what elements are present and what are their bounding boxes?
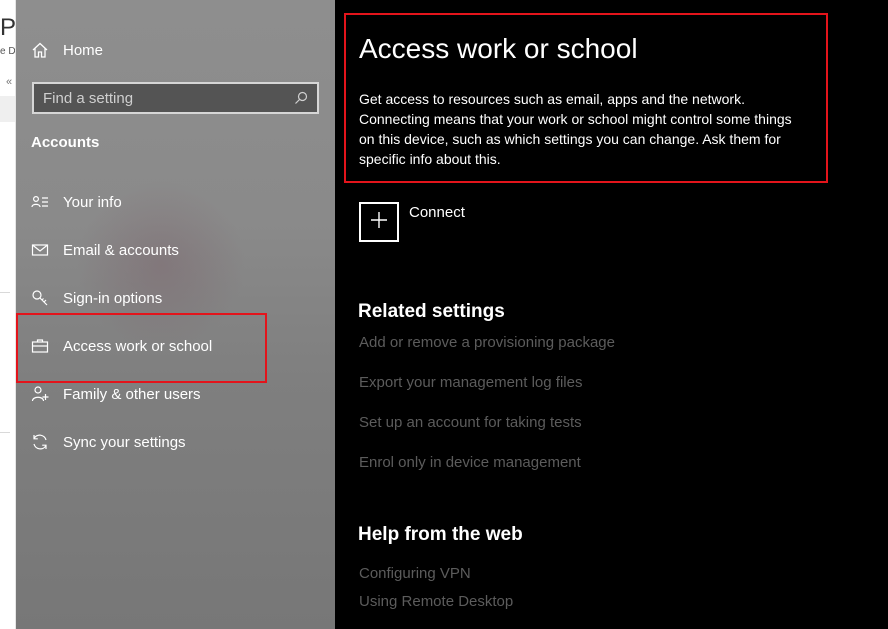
sidebar-item-label: Sync your settings bbox=[63, 433, 186, 451]
link-set-up-test-account[interactable]: Set up an account for taking tests bbox=[359, 414, 582, 431]
plus-icon bbox=[370, 211, 388, 234]
connect-label[interactable]: Connect bbox=[409, 204, 465, 221]
search-input[interactable] bbox=[43, 89, 291, 107]
sidebar-item-sign-in-options[interactable]: Sign-in options bbox=[16, 278, 335, 318]
sidebar-item-your-info[interactable]: Your info bbox=[16, 182, 335, 222]
sidebar-item-email-accounts[interactable]: Email & accounts bbox=[16, 230, 335, 270]
sidebar-item-label: Email & accounts bbox=[63, 241, 179, 259]
link-provisioning-package[interactable]: Add or remove a provisioning package bbox=[359, 334, 615, 351]
person-add-icon bbox=[30, 384, 50, 404]
background-selected-row bbox=[0, 96, 15, 122]
home-icon bbox=[30, 40, 50, 60]
sync-icon bbox=[30, 432, 50, 452]
briefcase-icon bbox=[30, 336, 50, 356]
settings-screen: P e D « Home Accounts Your info bbox=[0, 0, 888, 629]
section-title: Accounts bbox=[31, 134, 100, 151]
chevron-left-icon[interactable]: « bbox=[6, 76, 12, 88]
divider bbox=[0, 432, 10, 433]
mail-icon bbox=[30, 240, 50, 260]
search-icon[interactable] bbox=[291, 88, 311, 108]
sidebar-item-home[interactable]: Home bbox=[16, 30, 335, 70]
link-configuring-vpn[interactable]: Configuring VPN bbox=[359, 565, 471, 582]
sidebar-item-access-work-or-school[interactable]: Access work or school bbox=[16, 326, 335, 366]
link-enrol-device-management[interactable]: Enrol only in device management bbox=[359, 454, 581, 471]
main-content: Access work or school Get access to reso… bbox=[335, 0, 888, 629]
link-remote-desktop[interactable]: Using Remote Desktop bbox=[359, 593, 513, 610]
search-box[interactable] bbox=[32, 82, 319, 114]
page-description: Get access to resources such as email, a… bbox=[359, 91, 792, 167]
divider bbox=[0, 292, 10, 293]
page-title: Access work or school bbox=[359, 33, 638, 64]
background-window-subtitle: e D bbox=[0, 46, 16, 57]
related-settings-title: Related settings bbox=[358, 301, 505, 322]
key-icon bbox=[30, 288, 50, 308]
help-from-web-title: Help from the web bbox=[358, 524, 523, 545]
sidebar-item-family-other-users[interactable]: Family & other users bbox=[16, 374, 335, 414]
sidebar-item-label: Family & other users bbox=[63, 385, 201, 403]
sidebar-item-label: Home bbox=[63, 41, 104, 59]
sidebar-item-label: Access work or school bbox=[63, 337, 213, 355]
background-window: P e D « bbox=[0, 0, 16, 629]
sidebar-item-label: Your info bbox=[63, 193, 122, 211]
link-export-management-logs[interactable]: Export your management log files bbox=[359, 374, 582, 391]
settings-sidebar: Home Accounts Your info Email & accounts bbox=[16, 0, 335, 629]
person-list-icon bbox=[30, 192, 50, 212]
background-window-title: P bbox=[0, 14, 16, 41]
sidebar-item-label: Sign-in options bbox=[63, 289, 163, 307]
connect-button[interactable] bbox=[359, 202, 399, 242]
sidebar-item-sync-settings[interactable]: Sync your settings bbox=[16, 422, 335, 462]
